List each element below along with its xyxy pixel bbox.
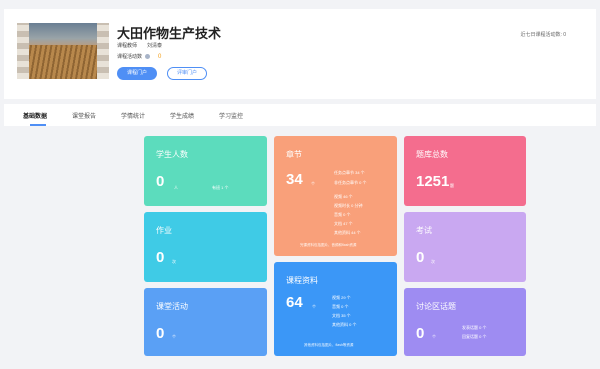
chapters-line: 任务点章节 34 个	[334, 170, 365, 175]
discussion-value: 0	[416, 325, 425, 342]
chapters-line: 音频 0 个	[334, 212, 351, 217]
discussion-unit: 个	[432, 334, 436, 339]
resources-footnote: 其他资料包括图片、flash等资源	[304, 343, 354, 347]
chapters-line: 视频 46 个	[334, 194, 353, 199]
activity-count: 0	[158, 53, 162, 60]
course-cover-image	[17, 23, 109, 79]
resources-card[interactable]: 课程资料 64 个 视频 29 个 音频 0 个 文档 35 个 其他资料 0 …	[274, 262, 397, 356]
exam-title: 考试	[416, 226, 432, 235]
class-activity-value: 0	[156, 325, 165, 342]
question-bank-unit: 题	[450, 183, 454, 188]
discussion-line: 发表话题 0 个	[462, 325, 487, 330]
active-tab-indicator	[30, 124, 46, 126]
discussion-card[interactable]: 讨论区话题 0 个 发表话题 0 个 回复话题 0 个	[404, 288, 526, 356]
homework-value: 0	[156, 249, 165, 266]
chapters-title: 章节	[286, 150, 302, 159]
chapters-card[interactable]: 章节 34 个 任务点章节 34 个 非任务点章节 0 个 视频 46 个 视频…	[274, 136, 397, 256]
students-title: 学生人数	[156, 150, 188, 159]
eval-portal-button[interactable]: 评审门户	[167, 67, 207, 80]
question-bank-value: 1251	[416, 173, 450, 190]
chapters-unit: 个	[311, 181, 315, 186]
students-card[interactable]: 学生人数 0 人 有班 1 个	[144, 136, 267, 206]
resources-line: 视频 29 个	[332, 295, 351, 300]
discussion-title: 讨论区话题	[416, 302, 456, 311]
homework-title: 作业	[156, 226, 172, 235]
tab-basic-data[interactable]: 基础数据	[23, 111, 47, 120]
tab-learning-stats[interactable]: 学情统计	[121, 111, 145, 120]
course-header: 大田作物生产技术 课程教师 刘清泰 课程活动数 0 课程门户 评审门户 近七日课程…	[4, 9, 596, 99]
exam-unit: 次	[431, 259, 435, 264]
homework-card[interactable]: 作业 0 次	[144, 212, 267, 282]
class-activity-unit: 个	[172, 334, 176, 339]
chapters-line: 其他资料 44 个	[334, 230, 361, 235]
students-classes: 有班 1 个	[212, 185, 229, 190]
course-title: 大田作物生产技术	[117, 26, 222, 41]
homework-unit: 次	[172, 259, 176, 264]
resources-line: 音频 0 个	[332, 304, 349, 309]
chapters-value: 34	[286, 171, 303, 188]
tab-student-grades[interactable]: 学生成绩	[170, 111, 194, 120]
course-teacher: 课程教师 刘清泰	[117, 42, 162, 49]
chapters-line: 视频时长 0 分钟	[334, 203, 363, 208]
tab-learning-monitor[interactable]: 学习监控	[219, 111, 243, 120]
exam-card[interactable]: 考试 0 次	[404, 212, 526, 282]
class-activity-card[interactable]: 课堂活动 0 个	[144, 288, 267, 356]
discussion-line: 回复话题 0 个	[462, 334, 487, 339]
activity-label: 课程活动数	[117, 54, 143, 60]
tab-class-report[interactable]: 课堂报告	[72, 111, 96, 120]
tab-bar: 基础数据 课堂报告 学情统计 学生成绩 学习监控	[4, 104, 596, 126]
question-bank-title: 题库总数	[416, 150, 448, 159]
recent-activity-stat: 近七日课程活动数: 0	[520, 32, 566, 38]
chapters-footnote: 完课资料包括图片、音频和flash资源	[300, 243, 357, 247]
chapters-line: 非任务点章节 0 个	[334, 180, 367, 185]
chapters-line: 文档 47 个	[334, 221, 353, 226]
question-bank-card[interactable]: 题库总数 1251 题	[404, 136, 526, 206]
course-activity: 课程活动数 0	[117, 53, 162, 61]
resources-title: 课程资料	[286, 276, 318, 285]
course-portal-button[interactable]: 课程门户	[117, 67, 157, 80]
teacher-name: 刘清泰	[147, 43, 163, 49]
class-activity-title: 课堂活动	[156, 302, 188, 311]
teacher-label: 课程教师	[117, 43, 138, 49]
help-icon[interactable]	[145, 54, 151, 59]
resources-unit: 个	[312, 304, 316, 309]
resources-line: 文档 35 个	[332, 313, 351, 318]
students-value: 0	[156, 173, 165, 190]
students-unit: 人	[174, 185, 178, 190]
resources-value: 64	[286, 294, 303, 311]
resources-line: 其他资料 0 个	[332, 322, 357, 327]
exam-value: 0	[416, 249, 425, 266]
